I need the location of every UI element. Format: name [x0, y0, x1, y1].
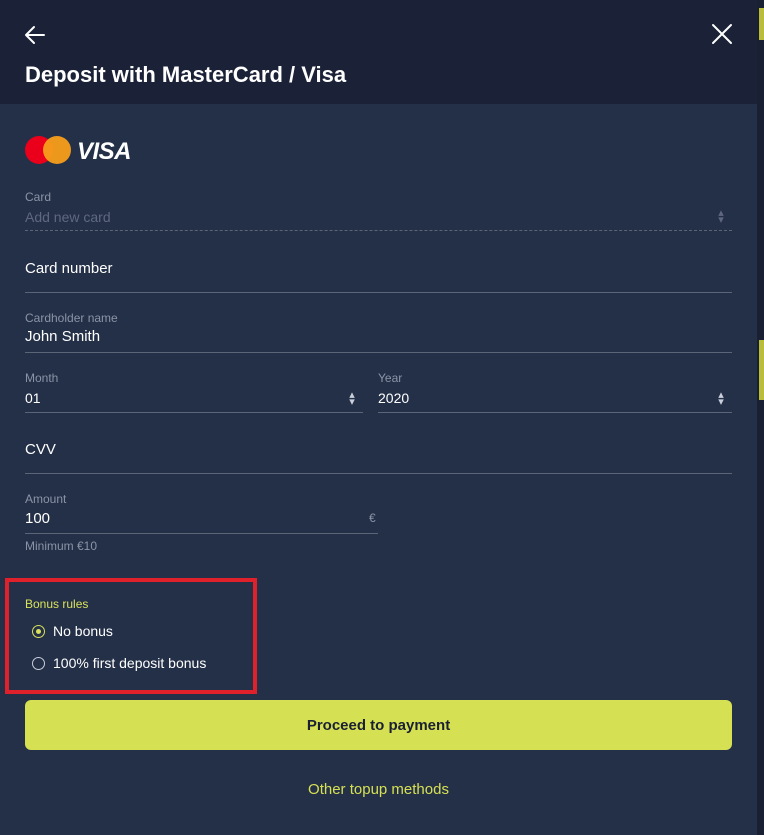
- amount-field[interactable]: Amount 100 € Minimum €10: [25, 492, 378, 556]
- chevron-updown-icon: ▴ ▾: [349, 389, 355, 408]
- amount-underline: [25, 533, 378, 534]
- cardholder-underline: [25, 352, 732, 353]
- year-underline: [378, 412, 732, 413]
- back-button[interactable]: [22, 22, 48, 48]
- radio-unchecked-icon: [32, 657, 45, 670]
- payment-logos: VISA: [25, 136, 135, 165]
- edge-mark: [759, 340, 764, 400]
- card-select[interactable]: Card Add new card ▴ ▾: [25, 190, 732, 234]
- year-value: 2020: [378, 390, 410, 406]
- cardholder-label: Cardholder name: [25, 311, 118, 325]
- radio-checked-icon: [32, 625, 45, 638]
- card-placeholder: Add new card: [25, 209, 111, 225]
- currency-symbol: €: [369, 511, 376, 525]
- mastercard-logo-circle: [43, 136, 71, 164]
- month-label: Month: [25, 371, 59, 385]
- edge-mark: [759, 8, 764, 40]
- year-select[interactable]: Year 2020 ▴ ▾: [378, 371, 732, 415]
- card-number-field[interactable]: Card number: [25, 258, 732, 294]
- year-label: Year: [378, 371, 403, 385]
- bonus-rules-title: Bonus rules: [25, 597, 89, 611]
- radio-no-bonus[interactable]: No bonus: [32, 623, 152, 643]
- radio-label: 100% first deposit bonus: [53, 655, 207, 671]
- close-icon: [712, 24, 732, 44]
- proceed-button[interactable]: Proceed to payment: [25, 700, 732, 750]
- visa-logo: VISA: [77, 138, 132, 165]
- cardholder-field[interactable]: Cardholder name John Smith: [25, 311, 732, 355]
- cvv-field[interactable]: CVV: [25, 439, 732, 475]
- amount-label: Amount: [25, 492, 67, 506]
- month-value: 01: [25, 390, 41, 406]
- amount-value: 100: [25, 510, 51, 527]
- arrow-left-icon: [25, 26, 45, 44]
- radio-first-deposit-bonus[interactable]: 100% first deposit bonus: [32, 655, 232, 675]
- month-select[interactable]: Month 01 ▴ ▾: [25, 371, 363, 415]
- card-number-placeholder: Card number: [25, 260, 113, 277]
- chevron-updown-icon: ▴ ▾: [718, 389, 724, 408]
- radio-label: No bonus: [53, 623, 113, 639]
- chevron-updown-icon: ▴ ▾: [718, 207, 724, 226]
- cvv-underline: [25, 473, 732, 474]
- close-button[interactable]: [708, 20, 736, 48]
- card-number-underline: [25, 292, 732, 293]
- card-underline: [25, 230, 732, 231]
- background-page-edge: [757, 0, 764, 835]
- cardholder-value: John Smith: [25, 328, 101, 345]
- modal-header: Deposit with MasterCard / Visa: [0, 0, 764, 104]
- month-underline: [25, 412, 363, 413]
- card-label: Card: [25, 190, 52, 204]
- cvv-placeholder: CVV: [25, 441, 56, 458]
- amount-hint: Minimum €10: [25, 539, 98, 553]
- page-title: Deposit with MasterCard / Visa: [25, 62, 347, 87]
- other-topup-link[interactable]: Other topup methods: [0, 781, 757, 798]
